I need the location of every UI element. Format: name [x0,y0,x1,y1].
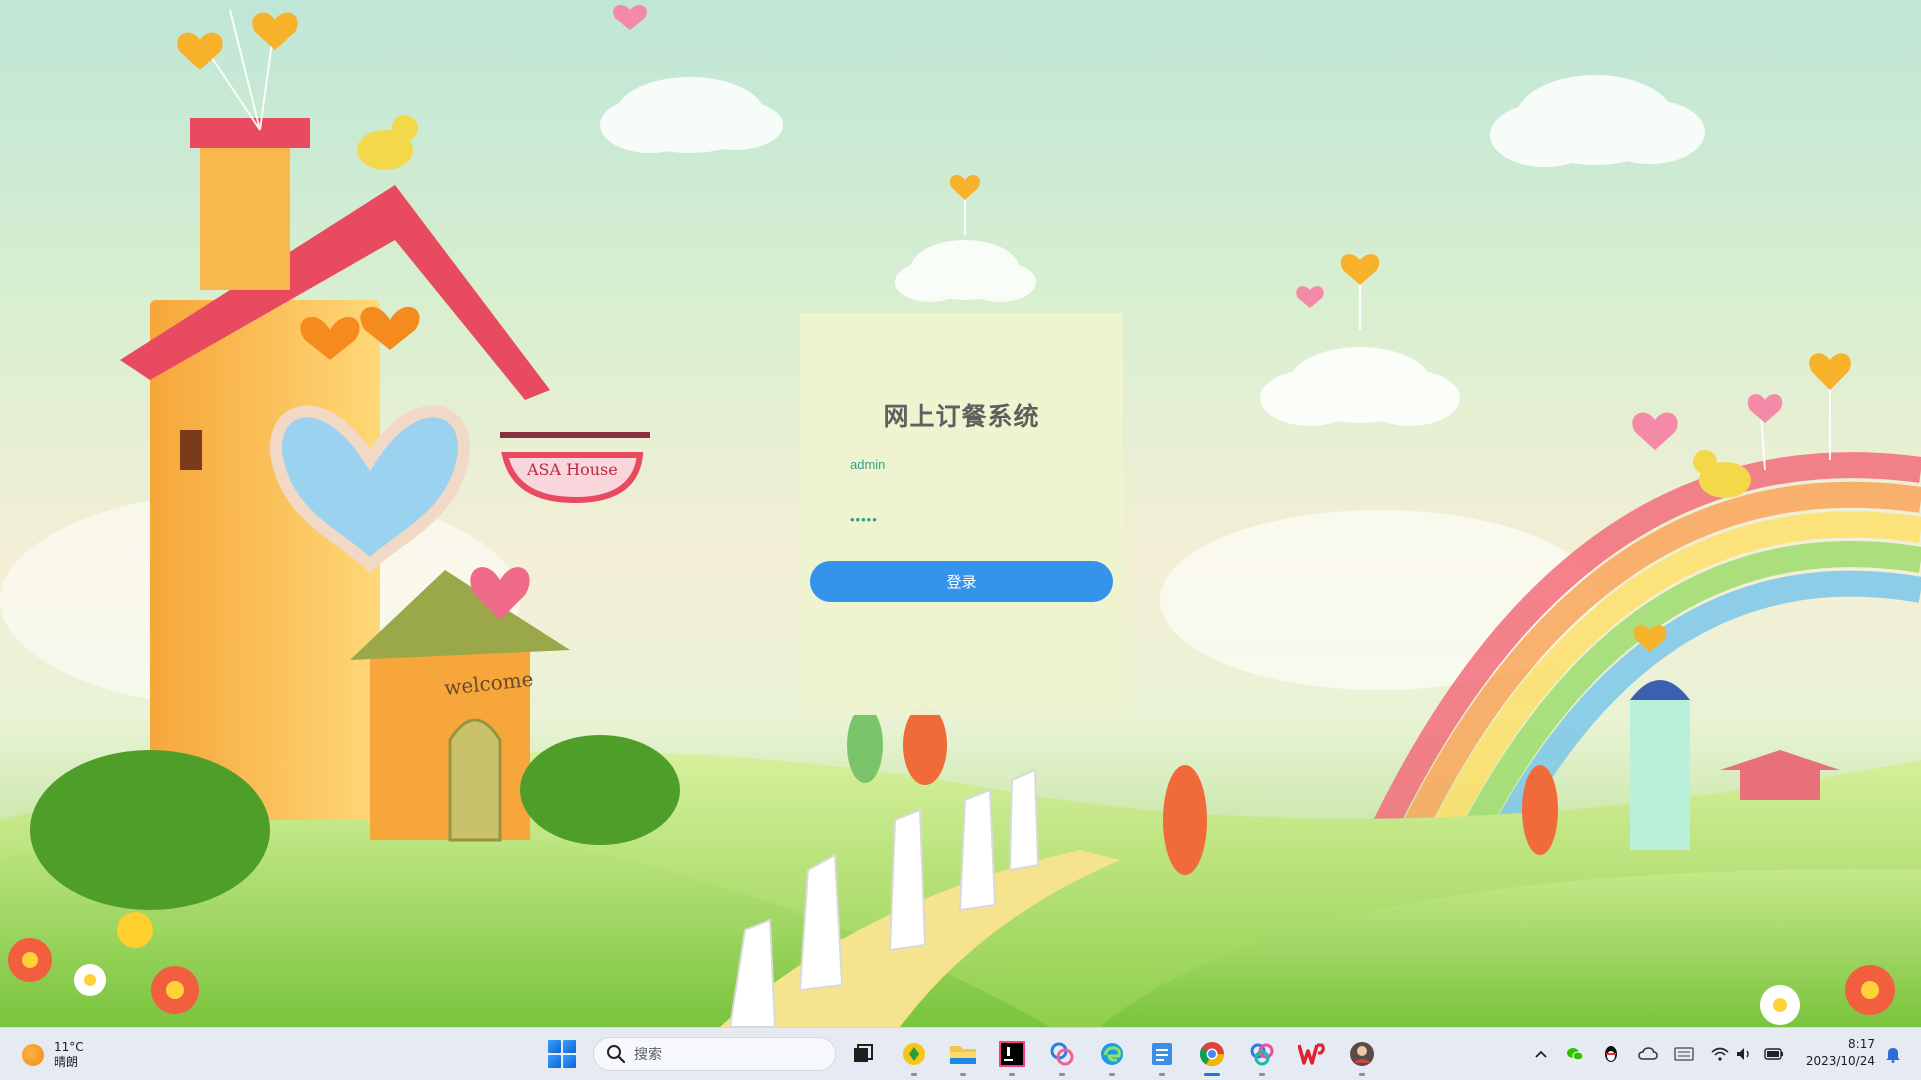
weather-widget[interactable]: 11°C 晴朗 [22,1038,84,1072]
avatar-app-icon[interactable] [1347,1039,1377,1076]
wifi-icon[interactable] [1710,1044,1730,1064]
weather-condition: 晴朗 [54,1055,79,1069]
pink-hearts [613,4,1783,450]
wechat-icon[interactable] [1565,1044,1585,1064]
wps-office-icon[interactable] [1297,1039,1327,1069]
notepad-icon[interactable] [1147,1039,1177,1076]
onedrive-cloud-icon[interactable] [1638,1044,1658,1064]
volume-icon[interactable] [1734,1044,1754,1064]
login-card: 网上订餐系统 登录 [800,313,1123,715]
system-clock[interactable]: 8:17 2023/10/24 [1795,1036,1875,1070]
input-method-icon[interactable] [1674,1044,1694,1064]
battery-icon[interactable] [1764,1044,1784,1064]
login-button[interactable]: 登录 [810,561,1113,602]
weather-temperature: 11°C [54,1040,84,1054]
task-view-icon[interactable] [848,1039,878,1069]
media-player-icon[interactable] [899,1039,929,1076]
login-title: 网上订餐系统 [883,402,1040,431]
sign-text: ASA House [526,460,618,479]
search-placeholder: 搜索 [634,1047,662,1063]
start-button[interactable] [548,1040,576,1068]
clock-time: 8:17 [1848,1037,1875,1051]
asa-house-sign: ASA House [500,432,650,504]
clock-date: 2023/10/24 [1805,1054,1875,1068]
username-input[interactable] [850,452,1090,476]
taskbar-search-box[interactable]: 搜索 [593,1037,836,1071]
notification-bell-icon[interactable] [1883,1044,1903,1064]
sun-icon [22,1044,44,1066]
photos-icon[interactable] [1047,1039,1077,1076]
jetbrains-ide-icon[interactable] [997,1039,1027,1076]
password-input[interactable] [850,507,1090,531]
chrome-icon[interactable] [1197,1039,1227,1076]
qq-penguin-icon[interactable] [1601,1044,1621,1064]
edge-browser-icon[interactable] [1097,1039,1127,1076]
taskbar: 11°C 晴朗 搜索 8:17 2023/10/24 [0,1027,1921,1080]
search-icon [607,1045,626,1064]
copilot-icon[interactable] [1247,1039,1277,1076]
chevron-up-icon[interactable] [1531,1044,1551,1064]
browser-viewport: welcome ASA House 网上订餐系统 admin ••••• 登录 [0,0,1921,1027]
file-explorer-icon[interactable] [948,1039,978,1076]
